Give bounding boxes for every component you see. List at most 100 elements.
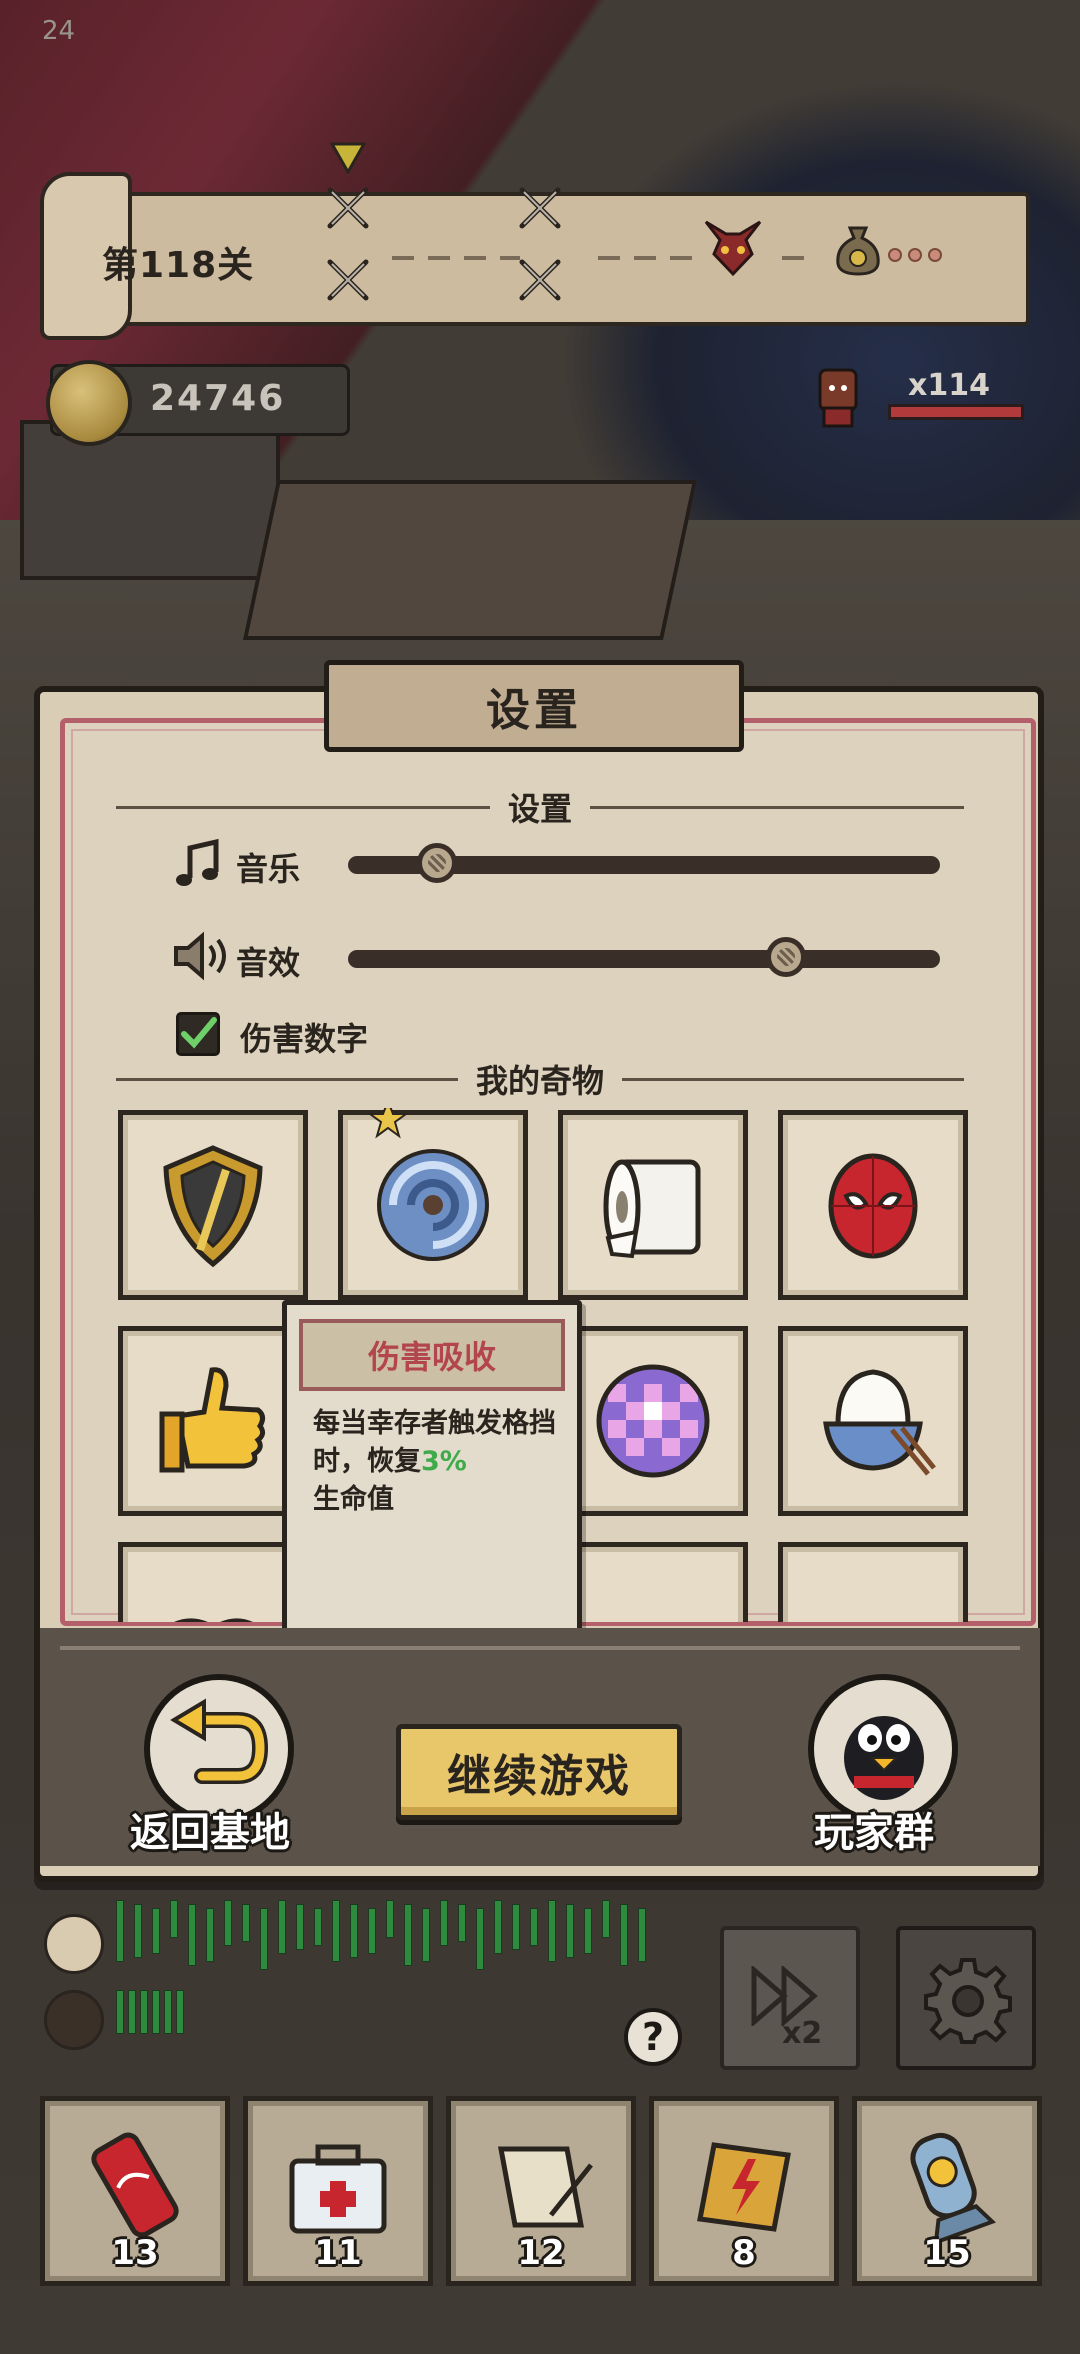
hp-bar — [566, 1904, 574, 1958]
music-label: 音乐 — [236, 850, 301, 888]
blue-device-icon — [588, 1572, 718, 1622]
relic-slot-spider-mask[interactable] — [778, 1110, 968, 1300]
section-title-relics: 我的奇物 — [476, 1062, 605, 1100]
relic-slot-thumbs-up[interactable] — [118, 1326, 308, 1516]
sfx-slider-knob[interactable] — [766, 937, 807, 977]
settings-modal-header: 设置 — [324, 660, 744, 752]
hp-bar — [404, 1904, 412, 1966]
hp-bar — [458, 1904, 466, 1942]
survivor-portrait-2 — [44, 1990, 104, 2050]
stage-connector — [392, 256, 520, 260]
relic-slot-row3-4[interactable] — [778, 1542, 968, 1622]
hp-bar — [164, 1990, 172, 2034]
penguin-icon — [844, 1716, 924, 1800]
relic-slot-rice-bowl[interactable] — [778, 1326, 968, 1516]
crossed-swords-icon — [512, 252, 568, 308]
relic-slot-row3-3[interactable] — [558, 1542, 748, 1622]
coin-icon — [46, 360, 132, 446]
lightning-map-icon — [697, 2142, 791, 2232]
checkmark-icon — [181, 1017, 217, 1049]
survivor-health-rows — [116, 1880, 696, 2060]
hp-bar — [530, 1908, 538, 1946]
hp-bar — [116, 1900, 124, 1962]
hp-bar — [278, 1900, 286, 1954]
tooltip-title: 伤害吸收 — [367, 1338, 496, 1376]
speed-label: x2 — [782, 2016, 823, 2051]
blue-vortex-icon — [377, 1149, 489, 1261]
help-button[interactable]: ? — [624, 2008, 682, 2066]
hp-bar — [548, 1900, 556, 1962]
gear-icon — [924, 1958, 1012, 2044]
enemy-face-icon — [818, 368, 858, 428]
hp-bar — [260, 1908, 268, 1970]
nuke-bomb-icon — [910, 2132, 997, 2245]
first-aid-kit-icon — [289, 2144, 387, 2234]
sfx-volume-slider[interactable] — [348, 937, 940, 977]
settings-gear-button[interactable] — [896, 1926, 1036, 2070]
item-slot-first-aid[interactable]: 11 — [243, 2096, 433, 2286]
hp-bar — [296, 1904, 304, 1950]
music-slider-knob[interactable] — [416, 843, 457, 883]
fps-counter: 24 — [42, 16, 76, 46]
damage-numbers-label: 伤害数字 — [240, 1020, 369, 1058]
hp-bar — [188, 1904, 196, 1966]
tooltip-header: 伤害吸收 — [299, 1319, 565, 1391]
hp-bar — [440, 1900, 448, 1946]
relic-slot-vortex[interactable] — [338, 1108, 528, 1300]
hp-bar — [332, 1900, 340, 1962]
continue-game-button[interactable]: 继续游戏 — [396, 1724, 682, 1820]
enemy-count: x114 — [908, 368, 990, 403]
crossed-swords-icon — [320, 180, 376, 236]
demon-boss-icon — [704, 220, 762, 277]
relic-tooltip: 伤害吸收 每当幸存者触发格挡时，恢复3% 生命值 — [282, 1300, 582, 1680]
hp-bar — [386, 1900, 394, 1938]
item-slot-cola[interactable]: 13 — [40, 2096, 230, 2286]
hp-bar — [494, 1900, 502, 1954]
relic-slot-toilet-paper[interactable] — [558, 1110, 748, 1300]
hp-bar — [128, 1990, 136, 2034]
star-icon — [368, 1108, 408, 1139]
tooltip-desc-suffix: 生命值 — [313, 1484, 394, 1515]
hp-bar — [176, 1990, 184, 2034]
item-slot-nuke[interactable]: 15 — [852, 2096, 1042, 2286]
disco-ball-icon — [596, 1364, 710, 1478]
hp-bar — [140, 1990, 148, 2034]
hp-bar — [512, 1904, 520, 1950]
hp-bar — [638, 1908, 646, 1962]
item-slot-lightning-map[interactable]: 8 — [649, 2096, 839, 2286]
hp-bar — [476, 1908, 484, 1970]
enemy-health-bar — [888, 404, 1024, 420]
crossed-swords-icon — [320, 252, 376, 308]
hp-bar — [170, 1900, 178, 1938]
divider — [116, 805, 490, 809]
item-count: 13 — [111, 2233, 159, 2273]
relic-slot-shield[interactable] — [118, 1110, 308, 1300]
section-title-settings: 设置 — [508, 790, 573, 828]
hp-bar — [584, 1908, 592, 1954]
relics-section-header: 我的奇物 — [116, 1056, 965, 1102]
stage-connector — [782, 256, 818, 260]
stage-connector — [598, 256, 694, 260]
hp-bar — [134, 1904, 142, 1958]
item-slot-scroll[interactable]: 12 — [446, 2096, 636, 2286]
hp-bar — [422, 1908, 430, 1962]
speaker-icon — [174, 931, 226, 981]
damage-numbers-checkbox[interactable] — [176, 1012, 220, 1056]
crossed-swords-icon — [512, 180, 568, 236]
relic-slot-row3-1[interactable] — [118, 1542, 308, 1622]
relic-slot-disco-ball[interactable] — [558, 1326, 748, 1516]
hp-bar — [242, 1904, 250, 1942]
music-note-icon — [176, 838, 219, 886]
back-to-base-label: 返回基地 — [130, 1810, 290, 1856]
item-count: 8 — [732, 2233, 756, 2273]
hp-bar — [602, 1900, 610, 1938]
white-claw-icon — [808, 1572, 938, 1622]
reward-progress-dots — [888, 248, 942, 262]
toilet-paper-icon — [603, 1159, 701, 1259]
tooltip-description: 每当幸存者触发格挡时，恢复3% 生命值 — [313, 1405, 563, 1519]
sfx-label: 音效 — [236, 944, 301, 982]
hp-bar — [152, 1990, 160, 2034]
hp-bar — [314, 1908, 322, 1946]
current-stage-marker-icon — [330, 142, 366, 174]
music-volume-slider[interactable] — [348, 843, 940, 883]
